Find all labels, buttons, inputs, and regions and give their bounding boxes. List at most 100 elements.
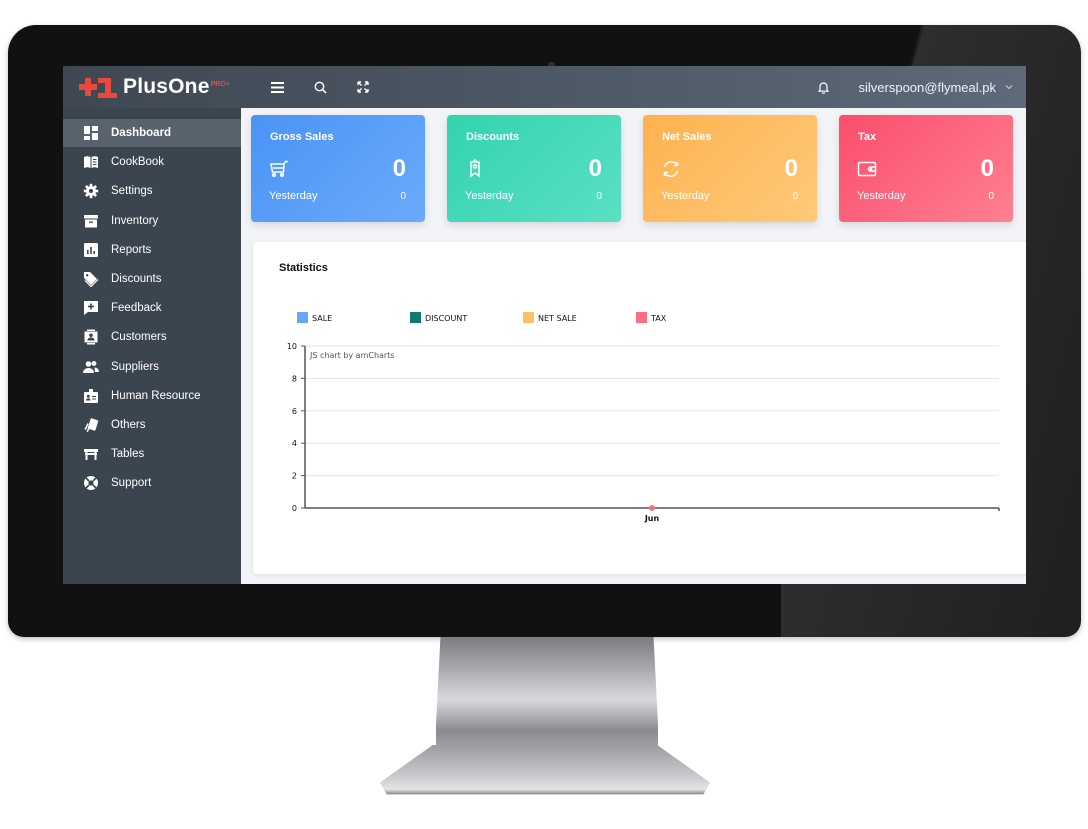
sidebar-item-label: Others [111,418,146,431]
sidebar-item-label: Tables [111,448,145,461]
sidebar-item-label: Inventory [111,214,159,227]
archive-box-icon [83,213,99,229]
book-icon [83,154,99,170]
legend-label: DISCOUNT [425,314,467,323]
monitor-stand [436,637,658,762]
y-tick-label: 6 [292,407,297,416]
legend-label: SALE [312,314,332,323]
brand-name: PlusOne [123,75,210,98]
sidebar-item-discounts[interactable]: Discounts [63,265,241,293]
search-icon[interactable] [311,78,329,96]
sidebar-item-tables[interactable]: Tables [63,440,241,468]
cart-icon [270,160,288,178]
card-sub-value: 0 [792,191,798,202]
main-content: Gross Sales 0 Yesterday 0 Discounts 0 Ye… [241,108,1026,584]
statistics-chart: SALE DISCOUNT NET SALE TAX 0 2 4 6 8 10 JS chart b… [287,312,1000,523]
sidebar-item-settings[interactable]: Settings [63,177,241,205]
wallet-icon [857,161,877,177]
sidebar-item-label: Suppliers [111,360,159,373]
card-title: Discounts [466,131,520,143]
sidebar-item-customers[interactable]: Customers [63,323,241,351]
sidebar-item-others[interactable]: Others [63,411,241,439]
ribbon-tag-icon [470,159,480,178]
id-badge-icon [83,388,99,404]
fullscreen-icon[interactable] [354,78,372,96]
sidebar-item-label: Settings [111,185,153,198]
discounts-card[interactable]: Discounts 0 Yesterday 0 [447,115,621,222]
refresh-icon [663,161,679,177]
gross-sales-card[interactable]: Gross Sales 0 Yesterday 0 [251,115,425,222]
sidebar-item-cookbook[interactable]: CookBook [63,148,241,176]
life-ring-icon [83,475,99,491]
card-title: Gross Sales [270,131,334,143]
legend-swatch [523,312,534,323]
card-sub-label: Yesterday [465,190,514,202]
tax-card[interactable]: Tax 0 Yesterday 0 [839,115,1013,222]
data-point [649,505,655,511]
x-tick-label: Jun [644,514,660,523]
card-sub-label: Yesterday [857,190,906,202]
chart-watermark: JS chart by amCharts [309,351,395,360]
bell-icon[interactable] [815,78,833,96]
y-tick-label: 2 [292,472,297,481]
plusone-logo-icon [79,78,117,98]
sidebar-item-label: Dashboard [111,127,172,139]
sidebar-item-dashboard[interactable]: Dashboard [63,119,241,147]
sidebar-item-label: Customers [111,331,167,344]
chevron-down-icon [1005,85,1013,90]
sidebar-item-label: CookBook [111,156,165,169]
comment-plus-icon [83,300,99,316]
legend-label: TAX [650,314,667,323]
contact-card-icon [83,329,99,345]
users-icon [83,359,99,375]
legend-swatch [636,312,647,323]
sidebar-item-support[interactable]: Support [63,469,241,497]
y-tick-label: 10 [287,342,297,351]
sidebar-item-suppliers[interactable]: Suppliers [63,353,241,381]
card-value: 0 [588,155,602,182]
sidebar-item-label: Discounts [111,272,162,285]
card-sub-label: Yesterday [269,190,318,202]
legend-swatch [410,312,421,323]
y-tick-label: 8 [292,374,297,383]
bar-chart-icon [83,242,99,258]
table-icon [83,446,99,462]
card-sub-value: 0 [596,191,602,202]
sidebar-item-label: Reports [111,243,152,256]
legend-swatch [297,312,308,323]
y-tick-label: 4 [292,439,297,448]
card-value: 0 [980,155,994,182]
legend-label: NET SALE [538,314,577,323]
sidebar-item-feedback[interactable]: Feedback [63,294,241,322]
screen: PlusOne PRO+ silverspoon@flymeal.pk Dash… [63,66,1026,584]
cards-icon [83,417,99,433]
sidebar-item-inventory[interactable]: Inventory [63,207,241,235]
top-navbar: PlusOne PRO+ silverspoon@flymeal.pk [63,66,1026,108]
card-title: Tax [858,131,877,143]
tag-icon [83,271,99,287]
card-value: 0 [784,155,798,182]
user-menu[interactable]: silverspoon@flymeal.pk [859,80,1014,95]
menu-icon[interactable] [268,78,286,96]
card-title: Net Sales [662,131,712,143]
net-sales-card[interactable]: Net Sales 0 Yesterday 0 [643,115,817,222]
card-sub-value: 0 [400,191,406,202]
y-tick-label: 0 [292,504,297,513]
sidebar-item-human-resource[interactable]: Human Resource [63,382,241,410]
user-email: silverspoon@flymeal.pk [858,79,996,95]
sidebar-item-reports[interactable]: Reports [63,236,241,264]
sidebar: Dashboard CookBook Settings Inventory Re… [63,108,241,584]
summary-cards: Gross Sales 0 Yesterday 0 Discounts 0 Ye… [251,115,1014,222]
dashboard-icon [83,125,99,141]
sidebar-item-label: Human Resource [111,389,201,402]
gear-icon [83,183,99,199]
brand-badge: PRO+ [210,80,230,88]
sidebar-item-label: Support [111,477,152,490]
brand-logo[interactable]: PlusOne PRO+ [63,66,243,108]
card-sub-value: 0 [988,191,994,202]
monitor-stand-base [380,745,710,795]
sidebar-item-label: Feedback [111,302,162,315]
card-sub-label: Yesterday [661,190,710,202]
statistics-panel: Statistics SALE DISCOUNT NET SALE TAX 0 2 4 6 8 1… [253,242,1026,574]
card-value: 0 [392,155,406,182]
